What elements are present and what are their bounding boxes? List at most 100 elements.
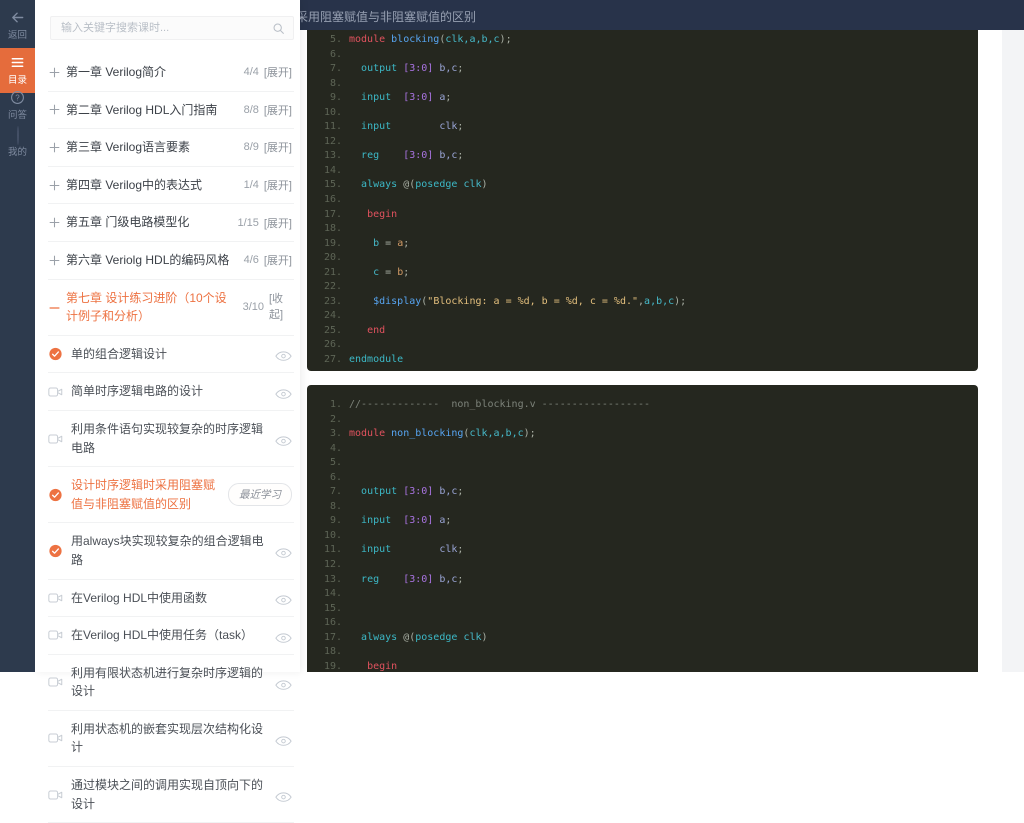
chapter-toggle-label[interactable]: [展开] bbox=[264, 64, 292, 80]
lesson-row-3[interactable]: 利用条件语句实现较复杂的时序逻辑电路 bbox=[48, 411, 294, 467]
chapter-list: 第一章 Verilog简介4/4[展开]第二章 Verilog HDL入门指南8… bbox=[48, 54, 294, 823]
lesson-row-7[interactable]: 在Verilog HDL中使用任务（task） bbox=[48, 617, 294, 655]
expand-plus-icon bbox=[48, 103, 61, 116]
lesson-title: 利用状态机的嵌套实现层次结构化设计 bbox=[71, 720, 267, 757]
search-box[interactable] bbox=[50, 16, 294, 40]
code-text: b = a; bbox=[349, 237, 409, 252]
lesson-title: 利用条件语句实现较复杂的时序逻辑电路 bbox=[71, 420, 267, 457]
rail-item-toc[interactable]: 目录 bbox=[0, 48, 35, 93]
eye-icon[interactable] bbox=[275, 349, 292, 360]
line-number: 7. bbox=[316, 62, 342, 77]
code-line: 13. reg [3:0] b,c; bbox=[316, 149, 978, 164]
code-line: 15. bbox=[316, 602, 978, 617]
user-avatar bbox=[17, 126, 19, 145]
lesson-title: 通过模块之间的调用实现自顶向下的设计 bbox=[71, 776, 267, 813]
code-text: $display("Blocking: a = %d, b = %d, c = … bbox=[349, 295, 686, 310]
code-text: reg [3:0] b,c; bbox=[349, 573, 463, 588]
line-number: 24. bbox=[316, 309, 342, 324]
lesson-video-icon bbox=[48, 788, 64, 802]
expand-plus-icon bbox=[48, 254, 61, 267]
chapter-progress-count: 1/15 bbox=[237, 217, 258, 229]
chapter-row-4[interactable]: 第四章 Verilog中的表达式1/4[展开] bbox=[48, 167, 294, 205]
eye-icon[interactable] bbox=[275, 789, 292, 800]
line-number: 12. bbox=[316, 135, 342, 150]
expand-plus-icon bbox=[48, 216, 61, 229]
eye-icon[interactable] bbox=[275, 677, 292, 688]
lesson-row-1[interactable]: 单的组合逻辑设计 bbox=[48, 336, 294, 374]
code-line: 20. bbox=[316, 251, 978, 266]
chapter-title: 第一章 Verilog简介 bbox=[66, 63, 236, 82]
lesson-row-9[interactable]: 利用状态机的嵌套实现层次结构化设计 bbox=[48, 711, 294, 767]
line-number: 18. bbox=[316, 645, 342, 660]
lesson-row-5[interactable]: 用always块实现较复杂的组合逻辑电路 bbox=[48, 523, 294, 579]
code-text: always @(posedge clk) bbox=[349, 178, 488, 193]
collapse-minus-icon bbox=[48, 301, 61, 314]
chapter-row-2[interactable]: 第二章 Verilog HDL入门指南8/8[展开] bbox=[48, 92, 294, 130]
code-line: 18. bbox=[316, 222, 978, 237]
chapter-row-1[interactable]: 第一章 Verilog简介4/4[展开] bbox=[48, 54, 294, 92]
rail-item-mine[interactable]: 我的 bbox=[0, 127, 35, 158]
eye-icon[interactable] bbox=[275, 386, 292, 397]
chapter-row-3[interactable]: 第三章 Verilog语言要素 8/9 [展开] bbox=[48, 129, 294, 167]
rail-item-label: 我的 bbox=[0, 144, 35, 158]
code-text: output [3:0] b,c; bbox=[349, 485, 463, 500]
chapter-toggle-label[interactable]: [展开] bbox=[264, 139, 292, 155]
scrollbar-gutter[interactable] bbox=[1002, 30, 1024, 672]
lesson-row-6[interactable]: 在Verilog HDL中使用函数 bbox=[48, 580, 294, 618]
code-text: end bbox=[349, 324, 385, 339]
code-text: begin bbox=[349, 208, 397, 223]
avatar bbox=[10, 127, 25, 142]
code-text: endmodule bbox=[349, 353, 403, 368]
chapter-toggle-label[interactable]: [展开] bbox=[264, 215, 292, 231]
code-panel-non-blocking[interactable]: 1.//------------- non_blocking.v -------… bbox=[307, 385, 978, 672]
line-number: 16. bbox=[316, 193, 342, 208]
expand-plus-icon bbox=[48, 179, 61, 192]
lesson-completed-icon bbox=[48, 544, 64, 558]
menu-icon bbox=[10, 55, 25, 70]
eye-icon[interactable] bbox=[275, 630, 292, 641]
chapter-title: 第四章 Verilog中的表达式 bbox=[66, 176, 236, 195]
lesson-row-2[interactable]: 简单时序逻辑电路的设计 bbox=[48, 373, 294, 411]
chapter-toggle-label[interactable]: [展开] bbox=[264, 177, 292, 193]
code-line: 7. output [3:0] b,c; bbox=[316, 62, 978, 77]
rail-item-qa[interactable]: ?问答 bbox=[0, 90, 35, 121]
chapter-toggle-label[interactable]: [展开] bbox=[264, 252, 292, 268]
chapter-toggle-label[interactable]: [展开] bbox=[264, 102, 292, 118]
lesson-row-4[interactable]: 设计时序逻辑时采用阻塞赋值与非阻塞赋值的区别最近学习 bbox=[48, 467, 294, 523]
line-number: 5. bbox=[316, 33, 342, 48]
rail-item-back[interactable]: 返回 bbox=[0, 10, 35, 41]
code-line: 21. c = b; bbox=[316, 266, 978, 281]
code-line: 10. bbox=[316, 106, 978, 121]
nav-rail: 返回目录?问答我的 bbox=[0, 0, 35, 672]
line-number: 1. bbox=[316, 398, 342, 413]
search-input[interactable] bbox=[59, 21, 272, 35]
lesson-row-8[interactable]: 利用有限状态机进行复杂时序逻辑的设计 bbox=[48, 655, 294, 711]
lesson-video-icon bbox=[48, 675, 64, 689]
chapter-toggle-label[interactable]: [收起] bbox=[269, 291, 292, 324]
code-line: 14. bbox=[316, 164, 978, 179]
eye-icon[interactable] bbox=[275, 545, 292, 556]
eye-icon[interactable] bbox=[275, 733, 292, 744]
question-icon: ? bbox=[10, 90, 25, 105]
search-icon[interactable] bbox=[272, 22, 285, 35]
lesson-title: 设计时序逻辑时采用阻塞赋值与非阻塞赋值的区别 bbox=[71, 476, 220, 513]
code-line: 17. always @(posedge clk) bbox=[316, 631, 978, 646]
code-line: 3.module non_blocking(clk,a,b,c); bbox=[316, 427, 978, 442]
line-number: 27. bbox=[316, 353, 342, 368]
rail-item-label: 返回 bbox=[0, 27, 35, 41]
code-panel-blocking[interactable]: 5.module blocking(clk,a,b,c);6.7. output… bbox=[307, 30, 978, 371]
arrow-left-icon bbox=[10, 10, 25, 25]
chapter-progress-count: 3/10 bbox=[243, 301, 264, 313]
lesson-row-10[interactable]: 通过模块之间的调用实现自顶向下的设计 bbox=[48, 767, 294, 823]
chapter-progress-count: 8/9 bbox=[244, 141, 259, 153]
code-text: input [3:0] a; bbox=[349, 91, 451, 106]
eye-icon[interactable] bbox=[275, 592, 292, 603]
lesson-title: 单的组合逻辑设计 bbox=[71, 345, 267, 364]
eye-icon[interactable] bbox=[275, 433, 292, 444]
chapter-row-5[interactable]: 第五章 门级电路模型化1/15[展开] bbox=[48, 204, 294, 242]
chapter-row-6[interactable]: 第六章 Veriolg HDL的编码风格4/6[展开] bbox=[48, 242, 294, 280]
code-line: 5.module blocking(clk,a,b,c); bbox=[316, 33, 978, 48]
chapter-row-7[interactable]: 第七章 设计练习进阶（10个设计例子和分析）3/10[收起] bbox=[48, 280, 294, 336]
chapter-title: 第三章 Verilog语言要素 bbox=[66, 138, 236, 157]
expand-plus-icon bbox=[48, 66, 61, 79]
